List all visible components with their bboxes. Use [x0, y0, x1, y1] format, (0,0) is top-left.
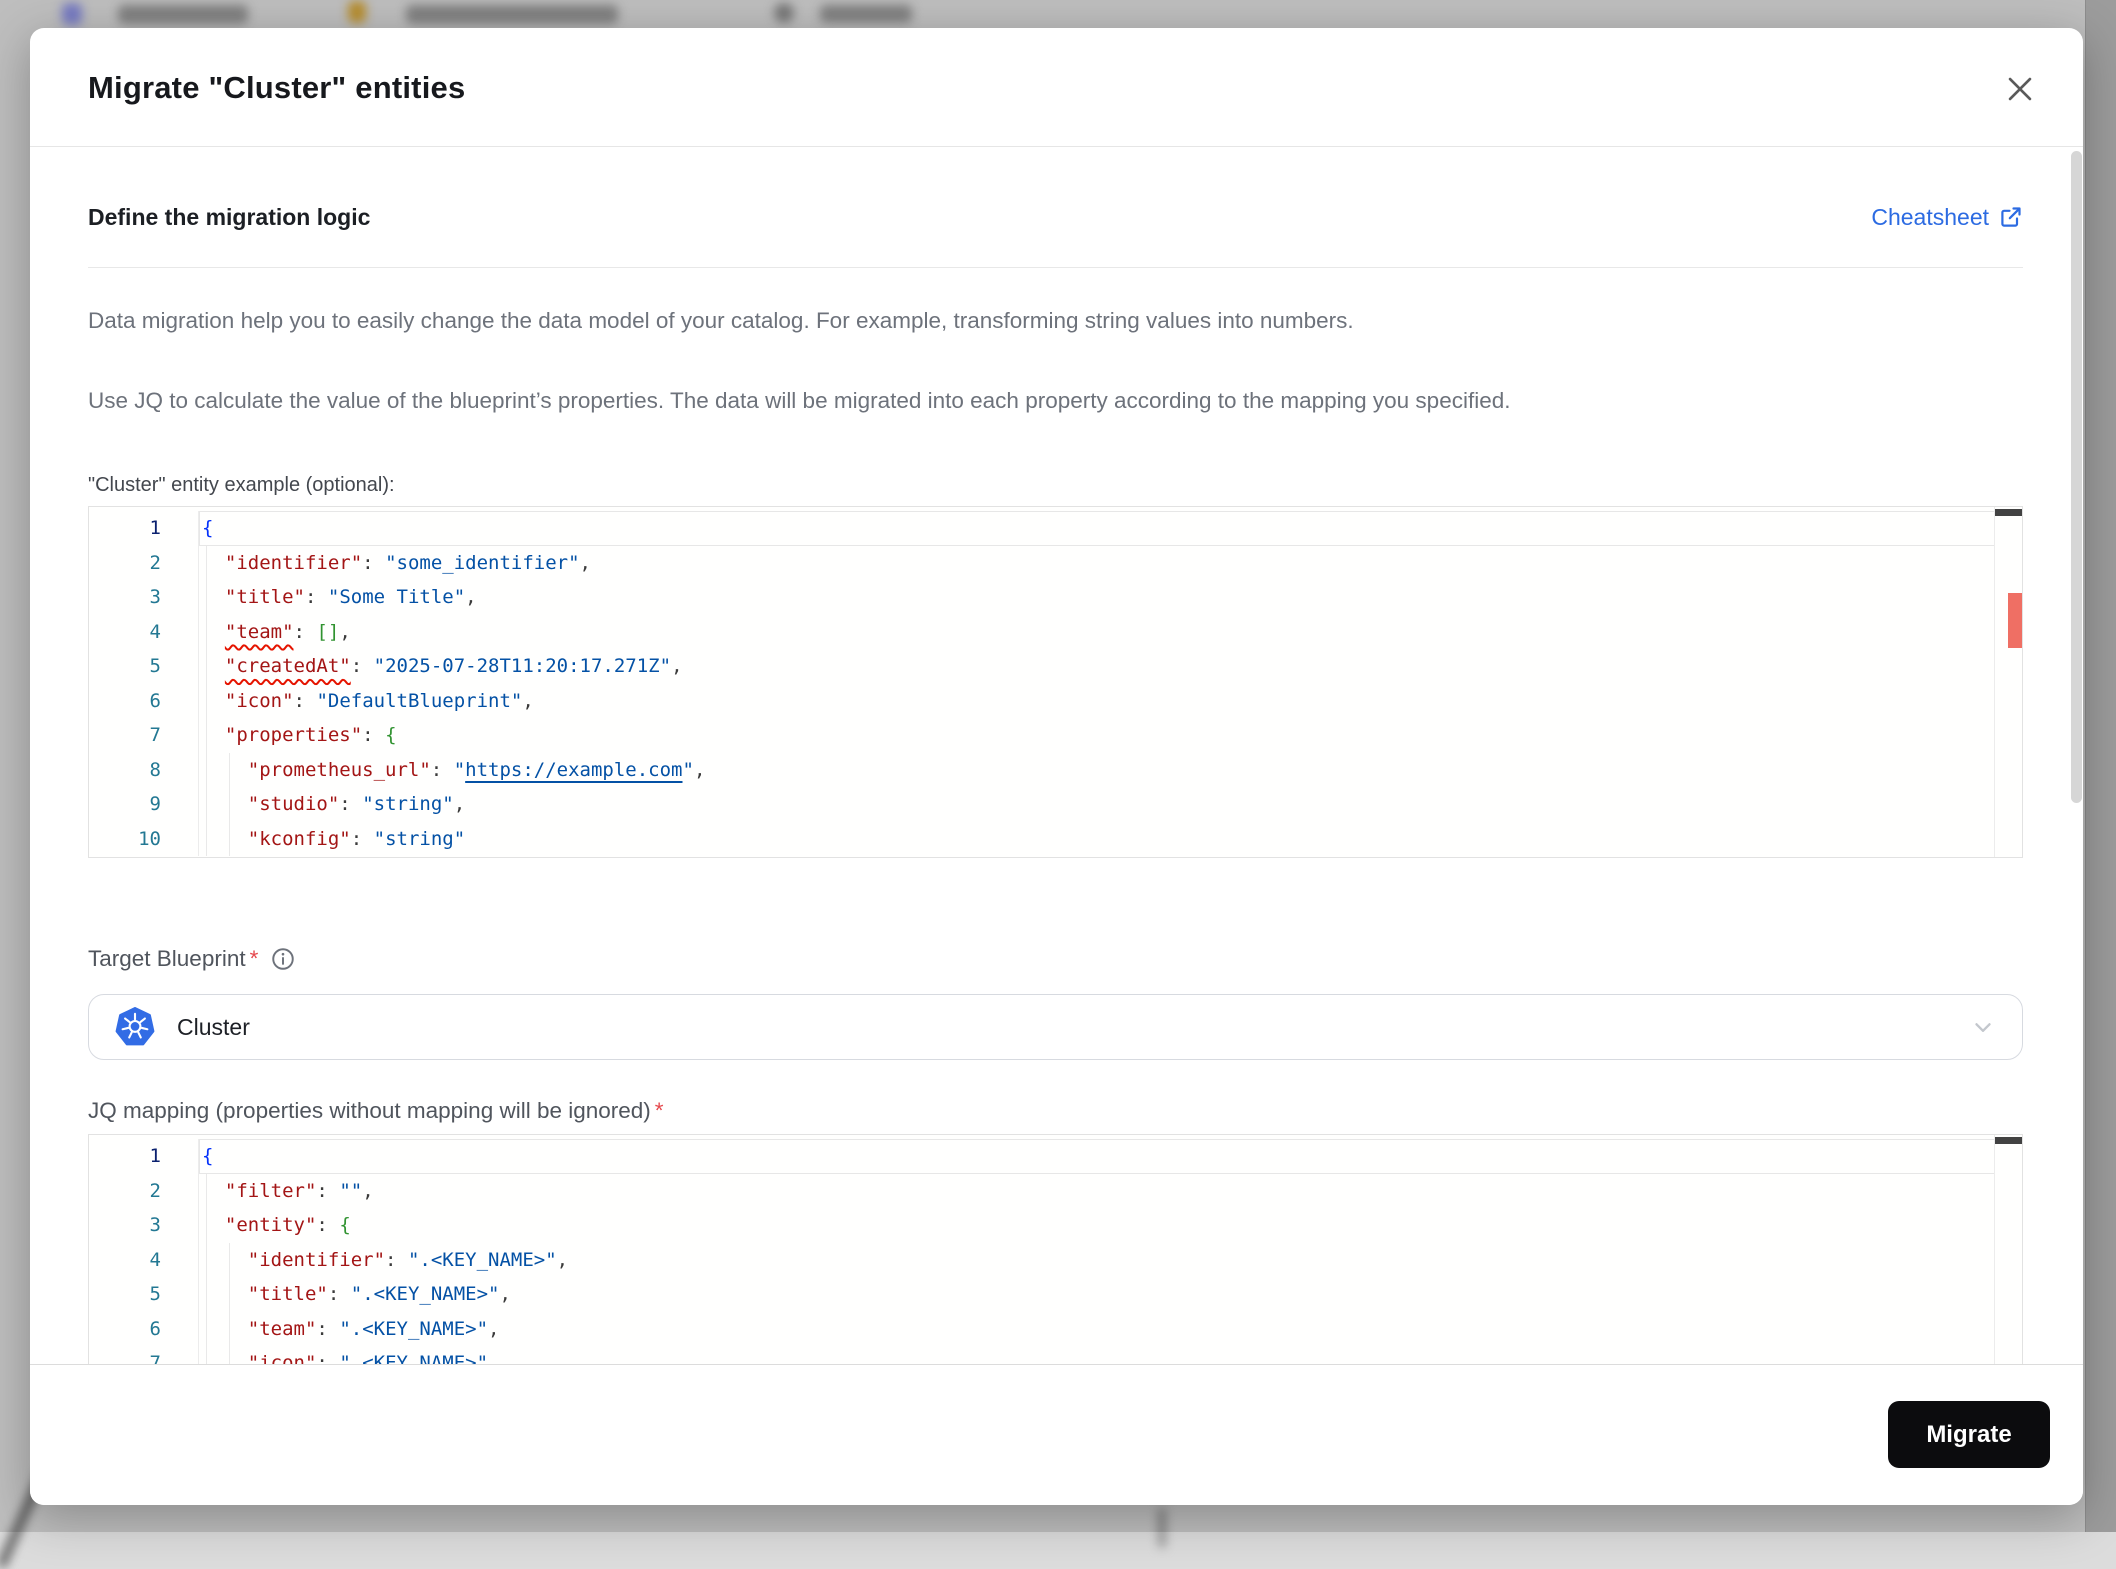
code-line: 10 "kconfig": "string"	[89, 822, 1995, 857]
background-window-scrollbar	[2085, 0, 2116, 1532]
code-line: 4 "team": [],	[89, 615, 1995, 650]
code-line: 3 "entity": {	[89, 1208, 1995, 1243]
modal-body: Define the migration logic Cheatsheet Da…	[30, 147, 2083, 1364]
background-tab-icon-yellow	[348, 1, 366, 23]
external-link-icon	[1999, 205, 2023, 229]
code-line: 1{	[89, 1139, 1995, 1174]
code-line: 3 "title": "Some Title",	[89, 580, 1995, 615]
modal-header: Migrate "Cluster" entities	[30, 28, 2083, 147]
migrate-button[interactable]: Migrate	[1888, 1401, 2050, 1468]
code-line: 7 "icon": ".<KEY_NAME>",	[89, 1346, 1995, 1364]
kubernetes-icon	[115, 1007, 155, 1047]
code-line: 7 "properties": {	[89, 718, 1995, 753]
editor-overview-ruler-2	[1994, 1135, 2022, 1364]
background-search-icon	[774, 3, 794, 23]
code-line: 1{	[89, 511, 1995, 546]
line-number: 10	[89, 828, 198, 850]
background-bottom-line	[1158, 1508, 1166, 1548]
background-tab-label	[118, 5, 248, 24]
migrate-entities-modal: Migrate "Cluster" entities Define the mi…	[30, 28, 2083, 1505]
jq-mapping-label: JQ mapping (properties without mapping w…	[88, 1098, 651, 1124]
line-number: 9	[89, 793, 198, 815]
ruler-cursor-mark	[1995, 1137, 2022, 1144]
entity-example-code-editor[interactable]: 1{2 "identifier": "some_identifier",3 "t…	[88, 506, 2023, 858]
code-line: 5 "title": ".<KEY_NAME>",	[89, 1277, 1995, 1312]
line-number: 6	[89, 690, 198, 712]
intro-paragraph-1: Data migration help you to easily change…	[88, 308, 2023, 334]
code-line: 5 "createdAt": "2025-07-28T11:20:17.271Z…	[89, 649, 1995, 684]
line-number: 7	[89, 1352, 198, 1364]
close-button[interactable]	[2003, 72, 2037, 106]
close-icon	[2003, 72, 2037, 106]
entity-example-label: "Cluster" entity example (optional):	[88, 474, 2023, 498]
target-blueprint-value: Cluster	[177, 1014, 250, 1041]
modal-footer: Migrate	[30, 1364, 2083, 1505]
required-asterisk-jq: *	[655, 1098, 664, 1124]
cheatsheet-link[interactable]: Cheatsheet	[1871, 204, 2023, 231]
line-number: 5	[89, 1283, 198, 1305]
line-number: 4	[89, 1249, 198, 1271]
background-tab-icon-purple	[62, 3, 82, 25]
line-number: 7	[89, 724, 198, 746]
line-number: 3	[89, 1214, 198, 1236]
line-number: 2	[89, 552, 198, 574]
code-line: 6 "team": ".<KEY_NAME>",	[89, 1312, 1995, 1347]
background-search-label	[820, 5, 912, 23]
required-asterisk: *	[250, 946, 259, 972]
line-number: 5	[89, 655, 198, 677]
target-blueprint-select[interactable]: Cluster	[88, 994, 2023, 1060]
modal-scrollbar-thumb[interactable]	[2071, 151, 2082, 803]
code-line: 4 "identifier": ".<KEY_NAME>",	[89, 1243, 1995, 1278]
chevron-down-icon	[1970, 1014, 1996, 1040]
line-number: 1	[89, 1145, 198, 1167]
target-blueprint-label: Target Blueprint	[88, 946, 246, 972]
code-line: 9 "studio": "string",	[89, 787, 1995, 822]
section-divider	[88, 267, 2023, 268]
line-number: 6	[89, 1318, 198, 1340]
background-tab-label-2	[406, 5, 618, 24]
line-number: 3	[89, 586, 198, 608]
section-heading: Define the migration logic	[88, 204, 370, 231]
cheatsheet-label: Cheatsheet	[1871, 204, 1989, 231]
line-number: 4	[89, 621, 198, 643]
line-number: 2	[89, 1180, 198, 1202]
intro-paragraph-2: Use JQ to calculate the value of the blu…	[88, 388, 2023, 414]
line-number: 8	[89, 759, 198, 781]
code-line: 2 "identifier": "some_identifier",	[89, 546, 1995, 581]
info-icon[interactable]	[270, 946, 296, 972]
editor-overview-ruler	[1994, 507, 2022, 857]
code-line: 6 "icon": "DefaultBlueprint",	[89, 684, 1995, 719]
code-line: 2 "filter": "",	[89, 1174, 1995, 1209]
modal-title: Migrate "Cluster" entities	[88, 70, 465, 106]
ruler-error-mark	[2008, 593, 2022, 648]
line-number: 1	[89, 517, 198, 539]
code-line: 8 "prometheus_url": "https://example.com…	[89, 753, 1995, 788]
ruler-cursor-mark	[1995, 509, 2022, 516]
jq-mapping-code-editor[interactable]: 1{2 "filter": "",3 "entity": {4 "identif…	[88, 1134, 2023, 1364]
